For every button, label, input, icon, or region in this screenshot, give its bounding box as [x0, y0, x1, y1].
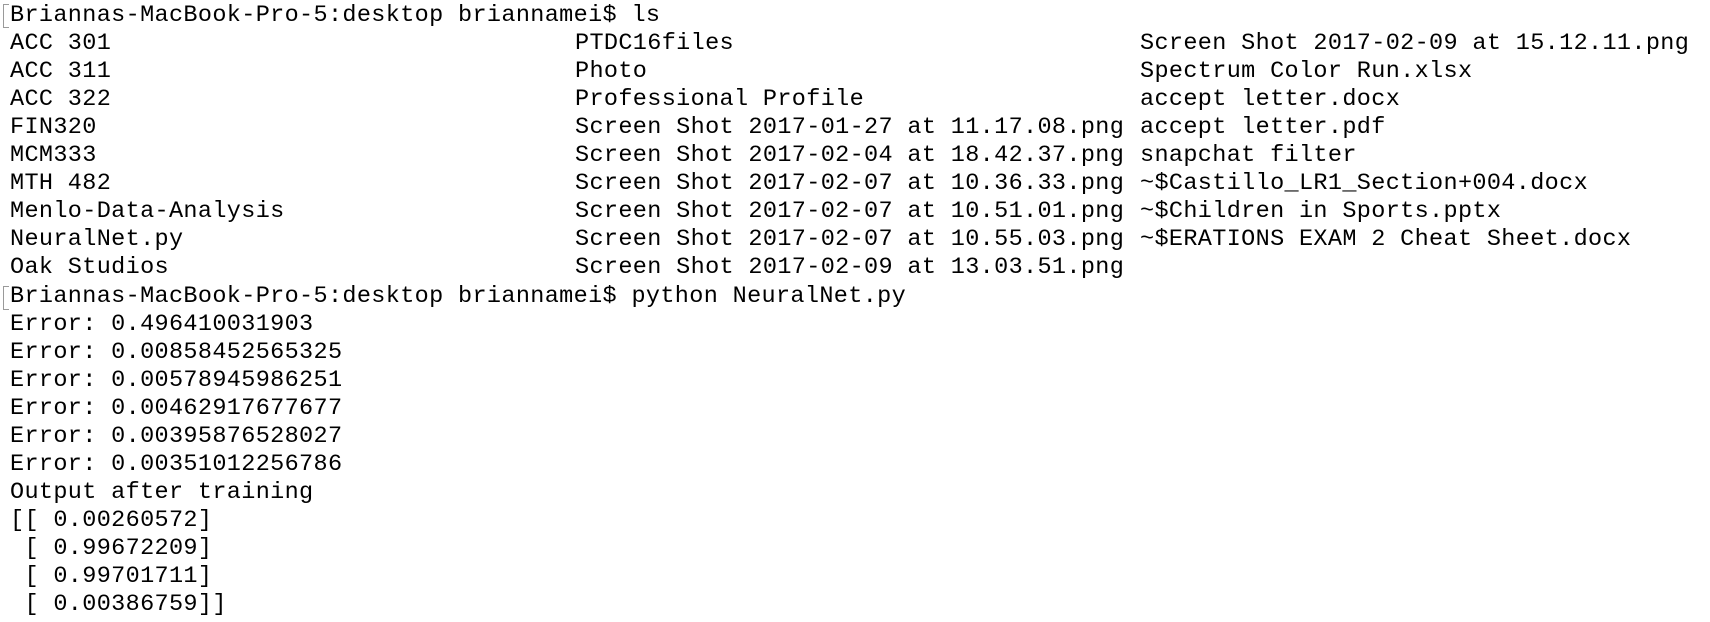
- prompt-line-ls: Briannas-MacBook-Pro-5:desktop brianname…: [10, 2, 660, 30]
- output-line: Error: 0.00395876528027: [10, 423, 343, 450]
- ls-entry: ~$ERATIONS EXAM 2 Cheat Sheet.docx: [1140, 226, 1632, 253]
- ls-entry: ~$Children in Sports.pptx: [1140, 198, 1502, 225]
- prompt-text: Briannas-MacBook-Pro-5:desktop brianname…: [10, 283, 617, 310]
- output-line: Error: 0.00578945986251: [10, 367, 343, 394]
- prompt-mark-icon: [3, 4, 9, 28]
- ls-entry: Screen Shot 2017-02-07 at 10.55.03.png: [575, 226, 1125, 253]
- output-line: Output after training: [10, 479, 314, 506]
- ls-entry: ACC 311: [10, 58, 112, 85]
- ls-entry: ACC 322: [10, 86, 112, 113]
- output-line: Error: 0.00858452565325: [10, 339, 343, 366]
- ls-entry: Oak Studios: [10, 254, 169, 281]
- prompt-mark-icon: [3, 286, 9, 310]
- terminal-window[interactable]: Briannas-MacBook-Pro-5:desktop brianname…: [0, 0, 1710, 622]
- prompt-line-python: Briannas-MacBook-Pro-5:desktop brianname…: [10, 283, 906, 311]
- ls-entry: FIN320: [10, 114, 97, 141]
- ls-entry: Menlo-Data-Analysis: [10, 198, 285, 225]
- output-line: Error: 0.496410031903: [10, 311, 314, 338]
- output-line: [ 0.00386759]]: [10, 591, 227, 618]
- ls-entry: Screen Shot 2017-02-07 at 10.51.01.png: [575, 198, 1125, 225]
- ls-entry: Screen Shot 2017-02-09 at 13.03.51.png: [575, 254, 1125, 281]
- command-text: ls: [631, 2, 661, 29]
- command-text: python NeuralNet.py: [631, 283, 907, 310]
- ls-entry: Screen Shot 2017-01-27 at 11.17.08.png: [575, 114, 1125, 141]
- prompt-text: Briannas-MacBook-Pro-5:desktop brianname…: [10, 2, 617, 29]
- ls-entry: accept letter.pdf: [1140, 114, 1386, 141]
- ls-entry: Screen Shot 2017-02-07 at 10.36.33.png: [575, 170, 1125, 197]
- ls-entry: ~$Castillo_LR1_Section+004.docx: [1140, 170, 1589, 197]
- ls-entry: NeuralNet.py: [10, 226, 184, 253]
- ls-entry: Professional Profile: [575, 86, 865, 113]
- ls-entry: Screen Shot 2017-02-04 at 18.42.37.png: [575, 142, 1125, 169]
- output-line: [ 0.99701711]: [10, 563, 213, 590]
- ls-entry: MTH 482: [10, 170, 112, 197]
- output-line: Error: 0.00462917677677: [10, 395, 343, 422]
- output-line: [[ 0.00260572]: [10, 507, 213, 534]
- output-line: [ 0.99672209]: [10, 535, 213, 562]
- ls-entry: Screen Shot 2017-02-09 at 15.12.11.png: [1140, 30, 1690, 57]
- ls-entry: accept letter.docx: [1140, 86, 1401, 113]
- ls-entry: Spectrum Color Run.xlsx: [1140, 58, 1473, 85]
- ls-entry: Photo: [575, 58, 648, 85]
- ls-entry: PTDC16files: [575, 30, 734, 57]
- ls-entry: MCM333: [10, 142, 97, 169]
- output-line: Error: 0.00351012256786: [10, 451, 343, 478]
- ls-entry: ACC 301: [10, 30, 112, 57]
- ls-entry: snapchat filter: [1140, 142, 1357, 169]
